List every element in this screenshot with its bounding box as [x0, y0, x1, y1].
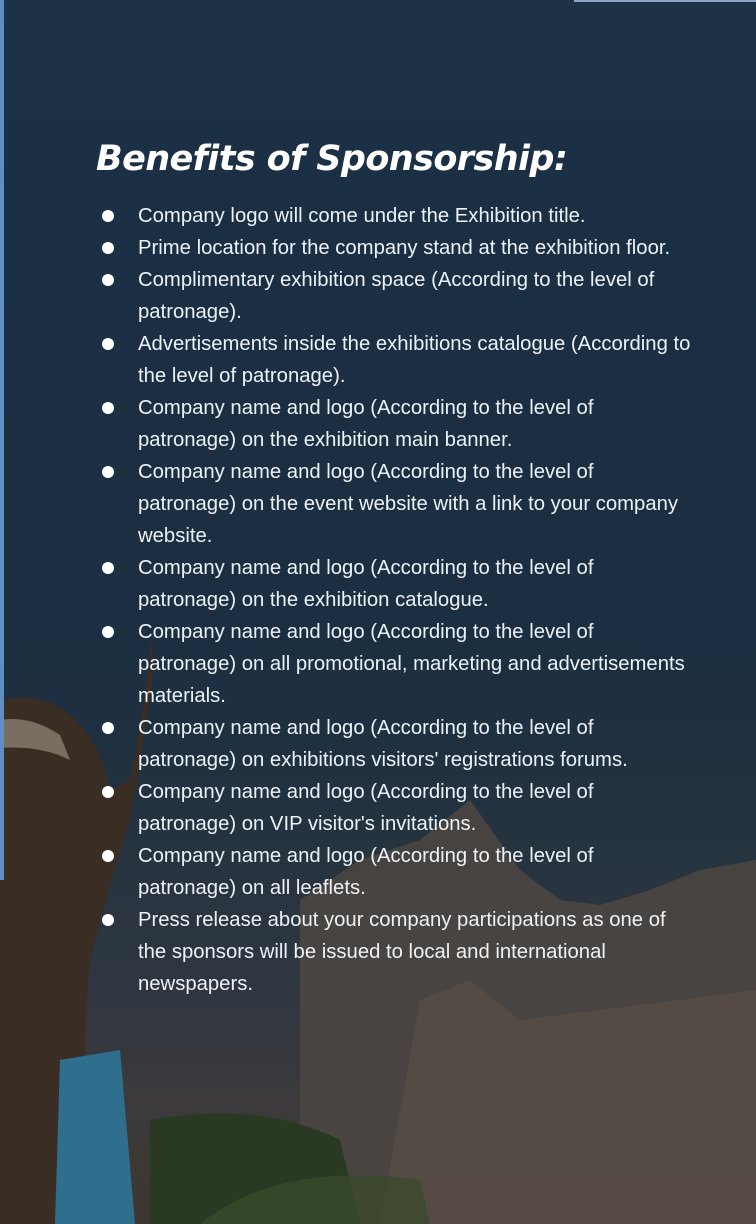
bullet-icon: [102, 626, 114, 638]
list-item: Company name and logo (According to the …: [96, 552, 696, 616]
bullet-icon: [102, 466, 114, 478]
list-item-text: Company name and logo (According to the …: [138, 461, 679, 547]
list-item: Company name and logo (According to the …: [96, 840, 696, 904]
benefits-list: Company logo will come under the Exhibit…: [96, 200, 696, 1000]
list-item-text: Company name and logo (According to the …: [138, 781, 594, 835]
section-title: Benefits of Sponsorship:: [96, 139, 568, 179]
list-item-text: Company logo will come under the Exhibit…: [138, 205, 586, 227]
list-item: Company name and logo (According to the …: [96, 776, 696, 840]
list-item-text: Company name and logo (According to the …: [138, 621, 685, 707]
top-accent-line: [574, 0, 756, 2]
bullet-icon: [102, 338, 114, 350]
list-item: Company name and logo (According to the …: [96, 392, 696, 456]
list-item: Company name and logo (According to the …: [96, 616, 696, 712]
list-item-text: Advertisements inside the exhibitions ca…: [138, 333, 691, 387]
bullet-icon: [102, 402, 114, 414]
list-item: Company name and logo (According to the …: [96, 712, 696, 776]
list-item: Complimentary exhibition space (Accordin…: [96, 264, 696, 328]
bullet-icon: [102, 722, 114, 734]
bullet-icon: [102, 242, 114, 254]
bullet-icon: [102, 562, 114, 574]
list-item-text: Company name and logo (According to the …: [138, 557, 594, 611]
bullet-icon: [102, 850, 114, 862]
list-item-text: Press release about your company partici…: [138, 909, 666, 995]
list-item: Company name and logo (According to the …: [96, 456, 696, 552]
list-item-text: Prime location for the company stand at …: [138, 237, 671, 259]
left-accent-strip: [0, 0, 4, 880]
list-item: Company logo will come under the Exhibit…: [96, 200, 696, 232]
bullet-icon: [102, 786, 114, 798]
list-item-text: Company name and logo (According to the …: [138, 845, 594, 899]
list-item: Press release about your company partici…: [96, 904, 696, 1000]
bullet-icon: [102, 914, 114, 926]
list-item: Advertisements inside the exhibitions ca…: [96, 328, 696, 392]
bullet-icon: [102, 210, 114, 222]
list-item-text: Complimentary exhibition space (Accordin…: [138, 269, 655, 323]
bullet-icon: [102, 274, 114, 286]
list-item: Prime location for the company stand at …: [96, 232, 696, 264]
sponsorship-benefits-section: Benefits of Sponsorship: Company logo wi…: [96, 132, 696, 1000]
list-item-text: Company name and logo (According to the …: [138, 397, 594, 451]
list-item-text: Company name and logo (According to the …: [138, 717, 628, 771]
